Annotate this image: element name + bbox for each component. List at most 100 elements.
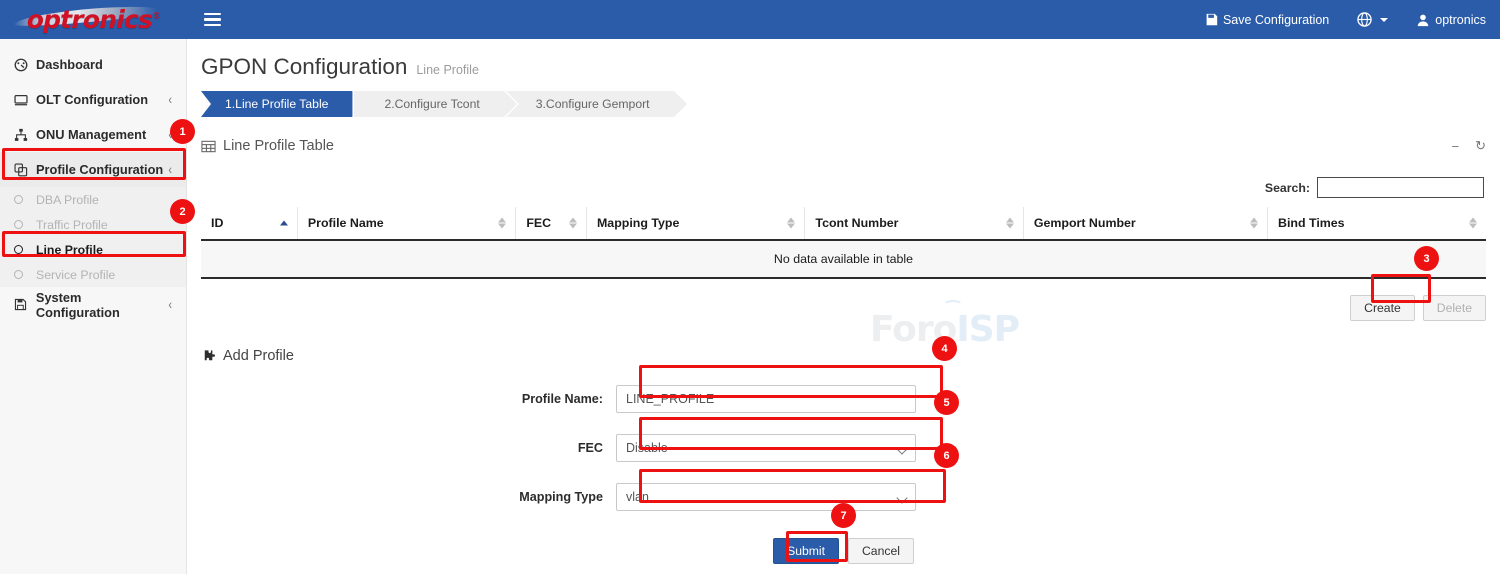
wizard-steps: 1.Line Profile Table 2.Configure Tcont 3…	[201, 91, 1500, 117]
wizard-step-3[interactable]: 3.Configure Gemport	[506, 91, 674, 117]
sidebar-item-system-configuration[interactable]: System Configuration ‹	[0, 287, 186, 322]
sidebar-label: ONU Management	[36, 127, 146, 142]
search-input[interactable]	[1317, 177, 1484, 198]
brand-name: optronics	[27, 5, 152, 34]
sidebar-item-dashboard[interactable]: Dashboard	[0, 47, 186, 82]
page-header: GPON Configuration Line Profile	[187, 39, 1500, 80]
column-header-bind-times[interactable]: Bind Times	[1268, 207, 1487, 240]
brand-logo-text: optronics®	[27, 5, 161, 34]
sidebar-label: System Configuration	[36, 290, 168, 320]
sidebar-item-olt-configuration[interactable]: OLT Configuration ‹	[0, 82, 186, 117]
save-configuration-button[interactable]: Save Configuration	[1191, 0, 1343, 39]
brand-logo[interactable]: optronics®	[0, 0, 187, 39]
profile-name-field-wrap	[616, 385, 916, 413]
mapping-type-label: Mapping Type	[201, 490, 616, 504]
create-button[interactable]: Create	[1350, 295, 1415, 321]
sidebar-sub-label: Traffic Profile	[36, 218, 108, 232]
form-title: Add Profile	[201, 348, 1486, 364]
sidebar-item-line-profile[interactable]: Line Profile	[0, 237, 186, 262]
column-header-profile-name[interactable]: Profile Name	[297, 207, 515, 240]
puzzle-icon	[201, 349, 216, 364]
column-label: Bind Times	[1278, 216, 1345, 230]
hamburger-bar	[204, 24, 221, 27]
wizard-step-2[interactable]: 2.Configure Tcont	[354, 91, 503, 117]
wizard-step-label: 1.Line Profile Table	[225, 97, 328, 111]
menu-toggle-icon[interactable]	[199, 7, 225, 33]
table-icon	[201, 139, 216, 154]
monitor-icon	[14, 93, 36, 107]
user-icon	[1416, 13, 1430, 27]
profile-name-input[interactable]	[616, 385, 916, 413]
language-selector[interactable]	[1343, 0, 1402, 39]
chevron-down-icon	[1380, 18, 1388, 22]
top-navbar: optronics® Save Configuration	[0, 0, 1500, 39]
search-label: Search:	[1265, 181, 1310, 195]
sidebar-item-traffic-profile[interactable]: Traffic Profile	[0, 212, 186, 237]
form-action-bar: Submit Cancel	[201, 538, 1486, 564]
hamburger-bar	[204, 13, 221, 16]
chevron-left-icon: ‹	[168, 127, 172, 142]
column-header-fec[interactable]: FEC	[516, 207, 587, 240]
column-header-tcont-number[interactable]: Tcont Number	[805, 207, 1023, 240]
minimize-icon[interactable]: −	[1452, 139, 1460, 154]
column-label: Profile Name	[308, 216, 384, 230]
wizard-step-1[interactable]: 1.Line Profile Table	[201, 91, 352, 117]
table-head: ID Profile Name FEC Mapping Type	[201, 207, 1486, 240]
sidebar-item-dba-profile[interactable]: DBA Profile	[0, 187, 186, 212]
wizard-step-label: 3.Configure Gemport	[536, 97, 650, 111]
panel-title-label: Line Profile Table	[223, 138, 334, 154]
sidebar-item-profile-configuration[interactable]: Profile Configuration ‹	[0, 152, 186, 187]
search-row: Search:	[201, 177, 1486, 198]
column-header-id[interactable]: ID	[201, 207, 297, 240]
line-profile-table: ID Profile Name FEC Mapping Type	[201, 207, 1486, 279]
panel-tools: − ↻	[1452, 138, 1487, 154]
sidebar-label: OLT Configuration	[36, 92, 148, 107]
form-row-fec: FEC Disable	[201, 434, 1486, 462]
form-title-label: Add Profile	[223, 348, 294, 364]
cancel-button[interactable]: Cancel	[848, 538, 914, 564]
table-empty-message: No data available in table	[201, 240, 1486, 278]
table-action-bar: Create Delete	[201, 295, 1486, 321]
dashboard-icon	[14, 58, 36, 72]
fec-label: FEC	[201, 441, 616, 455]
column-label: ID	[211, 216, 223, 230]
sort-icon	[1250, 217, 1258, 230]
form-row-mapping-type: Mapping Type vlan	[201, 483, 1486, 511]
sort-icon	[498, 217, 506, 230]
sort-icon	[787, 217, 795, 230]
page-subtitle: Line Profile	[416, 63, 479, 77]
chevron-left-icon: ‹	[168, 162, 172, 177]
column-label: Tcont Number	[815, 216, 898, 230]
sidebar-sub-label: Service Profile	[36, 268, 115, 282]
save-icon	[14, 298, 36, 311]
navbar-right-group: Save Configuration optronics	[1191, 0, 1500, 39]
chevron-left-icon: ‹	[168, 92, 172, 107]
column-header-mapping-type[interactable]: Mapping Type	[586, 207, 804, 240]
table-empty-row: No data available in table	[201, 240, 1486, 278]
column-header-gemport-number[interactable]: Gemport Number	[1023, 207, 1267, 240]
table-body: No data available in table	[201, 240, 1486, 278]
wizard-step-label: 2.Configure Tcont	[384, 97, 479, 111]
sitemap-icon	[14, 128, 36, 142]
fec-select[interactable]: Disable	[616, 434, 916, 462]
main-content: ForoISP GPON Configuration Line Profile …	[187, 39, 1500, 574]
circle-icon	[14, 195, 36, 204]
mapping-type-select[interactable]: vlan	[616, 483, 916, 511]
sidebar-sub-label: Line Profile	[36, 243, 103, 257]
submit-button[interactable]: Submit	[773, 538, 839, 564]
profile-name-label: Profile Name:	[201, 392, 616, 406]
line-profile-table-panel: Line Profile Table − ↻ Search:	[201, 132, 1486, 321]
save-configuration-label: Save Configuration	[1223, 13, 1329, 27]
circle-icon	[14, 220, 36, 229]
sort-icon	[569, 217, 577, 230]
user-menu[interactable]: optronics	[1402, 0, 1500, 39]
sidebar-item-onu-management[interactable]: ONU Management ‹	[0, 117, 186, 152]
app-root: optronics® Save Configuration	[0, 0, 1500, 574]
sort-icon	[1006, 217, 1014, 230]
refresh-icon[interactable]: ↻	[1475, 138, 1486, 154]
sidebar-label: Profile Configuration	[36, 162, 163, 177]
sidebar-label: Dashboard	[36, 57, 103, 72]
sidebar-item-service-profile[interactable]: Service Profile	[0, 262, 186, 287]
delete-button[interactable]: Delete	[1423, 295, 1486, 321]
sort-asc-icon	[280, 220, 288, 227]
